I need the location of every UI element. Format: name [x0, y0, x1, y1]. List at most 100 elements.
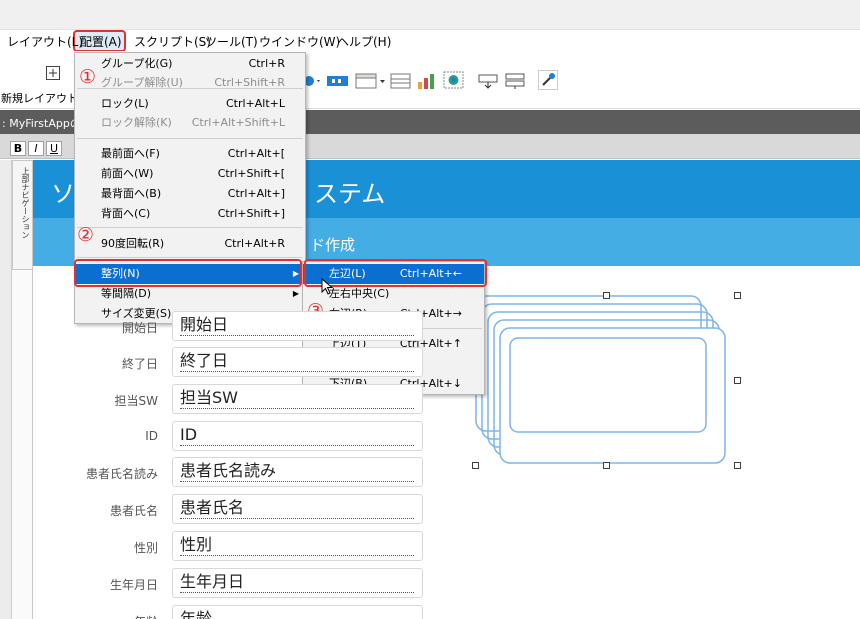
- menu-separator: [77, 227, 303, 228]
- header-title-start: ソ: [51, 180, 75, 208]
- field-box[interactable]: ID: [172, 421, 423, 451]
- menu-item-label: ロック解除(K): [101, 116, 172, 129]
- eyedropper-icon[interactable]: [538, 70, 558, 90]
- field-box[interactable]: 担当SW: [172, 384, 423, 414]
- menu-item-label: 90度回転(R): [101, 237, 165, 250]
- menu-item-shortcut: Ctrl+Alt+]: [227, 187, 285, 200]
- menu-arrange[interactable]: 配置(A): [80, 33, 122, 51]
- field-value: 終了日: [180, 352, 414, 372]
- menu-window[interactable]: ウインドウ(W): [259, 33, 340, 51]
- arrange-menu-item[interactable]: 90度回転(R) Ctrl+Alt+R: [75, 234, 305, 254]
- field-value: 担当SW: [180, 389, 414, 409]
- field-label: 年齢: [78, 613, 158, 619]
- button-tool-icon[interactable]: [326, 73, 350, 89]
- menu-item-label: 左右中央(C): [329, 287, 390, 300]
- web-viewer-icon[interactable]: [443, 71, 465, 89]
- new-layout-icon[interactable]: [46, 66, 60, 80]
- menu-tools[interactable]: ツール(T): [205, 33, 258, 51]
- resize-handle-bottom-left[interactable]: [472, 462, 479, 469]
- left-rail: [0, 160, 12, 619]
- menu-item-shortcut: Ctrl+Alt+[: [227, 147, 285, 160]
- step-1-marker: ①: [79, 66, 97, 88]
- chart-tool-icon[interactable]: [416, 72, 436, 89]
- app-window: レイアウト(L) 配置(A) スクリプト(S) ツール(T) ウインドウ(W) …: [0, 0, 860, 619]
- highlight-align-item: [74, 259, 302, 287]
- new-layout-label[interactable]: 新規レイアウト/: [1, 90, 82, 106]
- insert-part-icon[interactable]: [478, 72, 500, 89]
- resize-handle-top[interactable]: [603, 292, 610, 299]
- field-label: 開始日: [121, 321, 158, 335]
- top-navigation-tab[interactable]: 上部ナビゲーション: [12, 160, 33, 270]
- resize-handle-bottom[interactable]: [603, 462, 610, 469]
- top-navigation-tab-label: 上部ナビゲーション: [21, 167, 30, 239]
- menu-item-shortcut: Ctrl+Alt+Shift+L: [191, 116, 285, 129]
- selected-rectangles[interactable]: [470, 290, 745, 472]
- field-value: 性別: [180, 536, 414, 556]
- underline-button[interactable]: U: [46, 141, 62, 156]
- arrange-menu-item[interactable]: ロック解除(K) Ctrl+Alt+Shift+L: [75, 113, 305, 133]
- menu-help[interactable]: ヘルプ(H): [337, 33, 391, 51]
- arrange-menu-item[interactable]: 等間隔(D) ▶: [75, 284, 305, 304]
- header-title-end: ステム: [314, 180, 386, 208]
- bold-button[interactable]: B: [10, 141, 26, 156]
- field-value: 開始日: [180, 316, 414, 336]
- layout-tab-title[interactable]: : MyFirstAppの: [2, 115, 81, 131]
- menu-item-shortcut: Ctrl+Shift+R: [214, 76, 285, 89]
- menu-item-label: 前面へ(W): [101, 167, 154, 180]
- submenu-arrow-icon: ▶: [292, 289, 299, 298]
- resize-handle-bottom-right[interactable]: [734, 462, 741, 469]
- field-box[interactable]: 生年月日: [172, 568, 423, 598]
- field-box[interactable]: 終了日: [172, 347, 423, 377]
- field-label: 患者氏名: [109, 504, 158, 518]
- menu-item-label: グループ化(G): [101, 57, 173, 70]
- arrange-menu-item[interactable]: 最前面へ(F) Ctrl+Alt+[: [75, 144, 305, 164]
- menu-separator: [77, 88, 303, 89]
- menu-separator: [77, 138, 303, 139]
- field-box[interactable]: 年齢: [172, 605, 423, 619]
- part-setup-icon[interactable]: [505, 72, 527, 89]
- body-part-column: [12, 270, 33, 619]
- menubar: [0, 30, 860, 51]
- menu-script[interactable]: スクリプト(S): [134, 33, 211, 51]
- mouse-cursor-icon: [321, 278, 333, 295]
- field-value: 年齢: [180, 610, 414, 619]
- field-box[interactable]: 開始日: [172, 311, 423, 341]
- arrange-menu-item[interactable]: ロック(L) Ctrl+Alt+L: [75, 94, 305, 114]
- title-strip: [0, 0, 860, 30]
- field-label: 生年月日: [109, 578, 158, 592]
- menu-layout[interactable]: レイアウト(L): [7, 33, 83, 51]
- header-subtitle: ド作成: [310, 236, 356, 254]
- arrange-menu-item[interactable]: グループ解除(U) Ctrl+Shift+R: [75, 73, 305, 93]
- menu-item-label: グループ解除(U): [101, 76, 183, 89]
- arrange-menu-item[interactable]: グループ化(G) Ctrl+R: [75, 54, 305, 74]
- field-box[interactable]: 性別: [172, 531, 423, 561]
- menu-item-label: 最前面へ(F): [101, 147, 160, 160]
- field-box[interactable]: 患者氏名: [172, 494, 423, 524]
- resize-handle-top-right[interactable]: [734, 292, 741, 299]
- menu-item-shortcut: Ctrl+Alt+R: [224, 237, 285, 250]
- field-label: 患者氏名読み: [85, 467, 158, 481]
- field-label: 終了日: [121, 357, 158, 371]
- field-value: 患者氏名: [180, 499, 414, 519]
- field-value: ID: [180, 426, 414, 446]
- field-box[interactable]: 患者氏名読み: [172, 457, 423, 487]
- menu-item-label: 背面へ(C): [101, 207, 151, 220]
- arrange-menu-item[interactable]: 背面へ(C) Ctrl+Shift+]: [75, 204, 305, 224]
- field-label: ID: [145, 429, 158, 443]
- arrange-menu-item[interactable]: 最背面へ(B) Ctrl+Alt+]: [75, 184, 305, 204]
- arrange-menu-item[interactable]: 前面へ(W) Ctrl+Shift+[: [75, 164, 305, 184]
- popup-tool-icon[interactable]: [355, 72, 387, 89]
- resize-handle-right[interactable]: [734, 377, 741, 384]
- menu-item-shortcut: Ctrl+Shift+]: [217, 207, 285, 220]
- italic-button[interactable]: I: [28, 141, 44, 156]
- field-label: 担当SW: [114, 394, 158, 408]
- field-label: 性別: [133, 541, 158, 555]
- menu-item-label: ロック(L): [101, 97, 149, 110]
- circle-tool-icon[interactable]: [303, 73, 323, 89]
- menu-item-label: 最背面へ(B): [101, 187, 162, 200]
- menu-item-label: 等間隔(D): [101, 287, 152, 300]
- field-value: 生年月日: [180, 573, 414, 593]
- portal-tool-icon[interactable]: [390, 72, 412, 89]
- menu-item-shortcut: Ctrl+R: [248, 57, 285, 70]
- menu-item-shortcut: Ctrl+Alt+L: [225, 97, 285, 110]
